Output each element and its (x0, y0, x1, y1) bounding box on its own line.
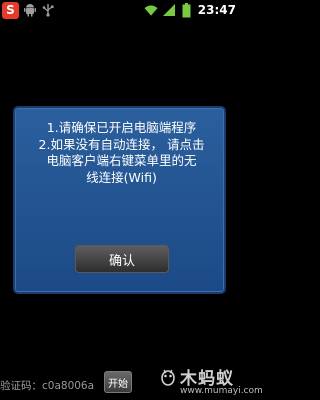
dialog-line-3: 电脑客户端右键菜单里的无 (46, 153, 197, 168)
confirm-button[interactable]: 确认 (75, 245, 169, 273)
watermark-url: www.mumayi.com (180, 386, 263, 396)
mumayi-watermark: 木蚂蚁 www.mumayi.com (158, 364, 263, 398)
dialog-line-4: 线连接(Wifi) (86, 169, 157, 185)
captcha-text: 验证码：c0a8006a (0, 380, 95, 392)
dialog-line-2: 2.如果没有自动连接， 请点击 (38, 136, 205, 152)
connection-dialog: 1.请确保已开启电脑端程序 2.如果没有自动连接， 请点击 电脑客户端右键菜单里… (13, 106, 226, 294)
dialog-line-1: 1.请确保已开启电脑端程序 (46, 120, 197, 135)
battery-icon (180, 2, 194, 17)
android-icon (23, 3, 37, 17)
sogou-app-icon: S (2, 1, 19, 19)
signal-icon (162, 3, 176, 17)
wifi-icon (144, 3, 158, 17)
dialog-message: 1.请确保已开启电脑端程序 2.如果没有自动连接， 请点击 电脑客户端右键菜单里… (19, 120, 224, 186)
mumayi-logo-icon (158, 367, 178, 387)
start-button[interactable]: 开始 (104, 371, 132, 393)
status-clock: 23:47 (197, 3, 236, 17)
status-bar: S 23:47 (0, 0, 240, 20)
usb-icon (41, 3, 55, 17)
